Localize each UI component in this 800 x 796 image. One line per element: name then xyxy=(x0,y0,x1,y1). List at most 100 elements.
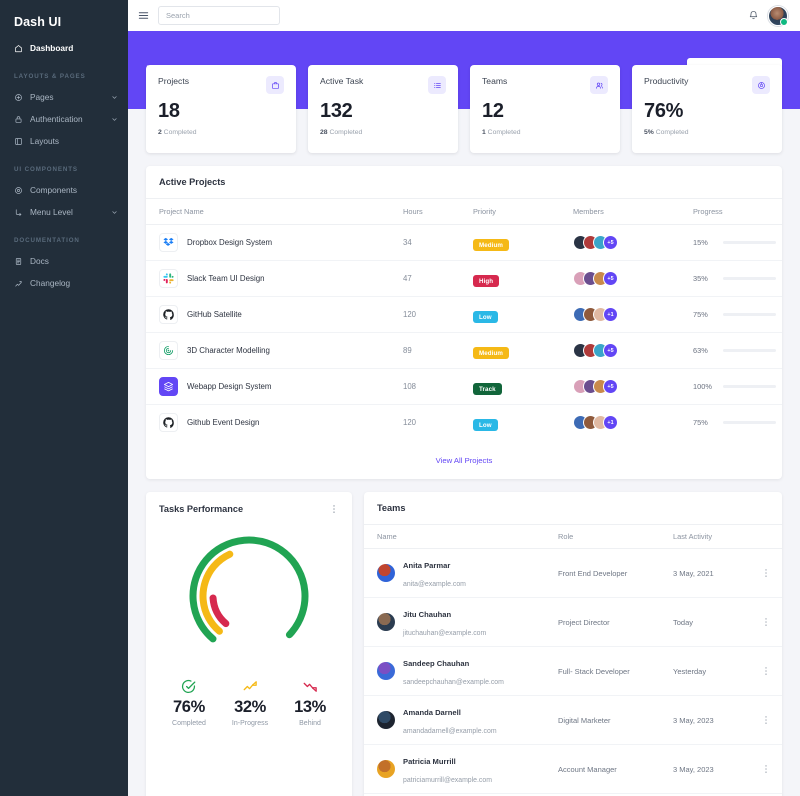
stat-value: 18 xyxy=(158,100,284,123)
table-row[interactable]: Jitu Chauhanjituchauhan@example.comProje… xyxy=(364,598,782,647)
list-icon xyxy=(428,76,446,94)
progress-label: 100% xyxy=(693,382,715,391)
performance-item-in-progress: 32%In-Progress xyxy=(232,678,268,727)
kebab-icon[interactable] xyxy=(329,504,339,514)
kebab-icon[interactable] xyxy=(761,568,771,578)
chevron-down-icon[interactable] xyxy=(111,116,118,123)
kebab-icon[interactable] xyxy=(761,617,771,627)
project-members-cell: +5 xyxy=(567,225,687,261)
table-row[interactable]: Anita Parmaranita@example.comFront End D… xyxy=(364,549,782,598)
stat-title: Projects xyxy=(158,76,189,86)
main-area: Projects Create New Project Projects182 … xyxy=(128,0,800,796)
kebab-icon[interactable] xyxy=(761,764,771,774)
active-projects-title: Active Projects xyxy=(159,177,769,187)
table-row[interactable]: Dropbox Design System34Medium+515% xyxy=(146,225,782,261)
project-progress-cell: 35% xyxy=(687,261,782,297)
table-row[interactable]: GitHub Satellite120Low+175% xyxy=(146,297,782,333)
sidebar: Dash UI DashboardLAYOUTS & PAGESPagesAut… xyxy=(0,0,128,796)
sidebar-item-label: Components xyxy=(30,185,118,195)
member-overflow-count[interactable]: +1 xyxy=(603,415,618,430)
table-row[interactable]: Webapp Design System108Track+5100% xyxy=(146,369,782,405)
project-name: Dropbox Design System xyxy=(187,238,272,247)
gauge-arc-completed xyxy=(175,522,323,670)
project-members-cell: +5 xyxy=(567,333,687,369)
table-row[interactable]: Patricia Murrillpatriciamurrill@example.… xyxy=(364,745,782,794)
project-members-cell: +1 xyxy=(567,405,687,441)
team-member-cell: Patricia Murrillpatriciamurrill@example.… xyxy=(364,745,552,794)
chevron-down-icon[interactable] xyxy=(111,94,118,101)
stat-sub-value: 5% xyxy=(644,129,654,136)
teams-header: Teams xyxy=(364,492,782,525)
performance-label: Behind xyxy=(294,720,326,727)
view-all-projects-link[interactable]: View All Projects xyxy=(436,456,493,465)
performance-item-completed: 76%Completed xyxy=(172,678,206,727)
status-badge: Medium xyxy=(473,347,509,359)
column-header: Priority xyxy=(467,199,567,225)
sidebar-item-layouts[interactable]: Layouts xyxy=(0,130,128,152)
stat-sub-label: Completed xyxy=(656,129,689,136)
project-priority-cell: Low xyxy=(467,297,567,333)
avatar xyxy=(377,564,395,582)
search-input[interactable] xyxy=(158,6,280,25)
member-overflow-count[interactable]: +5 xyxy=(603,379,618,394)
projects-table-header: Project NameHoursPriorityMembersProgress xyxy=(146,199,782,225)
team-member-email: sandeepchauhan@example.com xyxy=(403,679,504,686)
stat-sub-value: 28 xyxy=(320,129,328,136)
stat-value: 132 xyxy=(320,100,446,123)
sidebar-item-label: Changelog xyxy=(30,278,118,288)
team-member-cell: Sandeep Chauhansandeepchauhan@example.co… xyxy=(364,647,552,696)
avatar[interactable] xyxy=(768,6,788,26)
project-name: 3D Character Modelling xyxy=(187,346,270,355)
status-badge: Medium xyxy=(473,239,509,251)
column-header: Members xyxy=(567,199,687,225)
team-member-role: Project Director xyxy=(552,598,667,647)
progress-bar xyxy=(723,421,776,424)
active-projects-header: Active Projects xyxy=(146,166,782,199)
table-row[interactable]: Slack Team UI Design47High+535% xyxy=(146,261,782,297)
table-row[interactable]: Github Event Design120Low+175% xyxy=(146,405,782,441)
hamburger-icon[interactable] xyxy=(138,10,149,21)
progress-bar xyxy=(723,241,776,244)
kebab-icon[interactable] xyxy=(761,715,771,725)
project-progress-cell: 100% xyxy=(687,369,782,405)
project-hours: 120 xyxy=(397,405,467,441)
table-row[interactable]: 3D Character Modelling89Medium+563% xyxy=(146,333,782,369)
sidebar-item-changelog[interactable]: Changelog xyxy=(0,272,128,294)
kebab-icon[interactable] xyxy=(761,666,771,676)
sidebar-item-pages[interactable]: Pages xyxy=(0,86,128,108)
sidebar-item-dashboard[interactable]: Dashboard xyxy=(0,37,128,59)
gauge-icon xyxy=(752,76,770,94)
member-overflow-count[interactable]: +1 xyxy=(603,307,618,322)
multi-ring-gauge xyxy=(175,522,323,670)
app-root: Dash UI DashboardLAYOUTS & PAGESPagesAut… xyxy=(0,0,800,796)
performance-value: 32% xyxy=(232,698,268,717)
sidebar-item-authentication[interactable]: Authentication xyxy=(0,108,128,130)
sidebar-item-components[interactable]: Components xyxy=(0,179,128,201)
changelog-icon xyxy=(14,279,23,288)
active-projects-panel: Active Projects Project NameHoursPriorit… xyxy=(146,166,782,479)
sidebar-item-label: Layouts xyxy=(30,136,118,146)
project-priority-cell: Track xyxy=(467,369,567,405)
bell-icon[interactable] xyxy=(748,10,759,21)
team-member-activity: 3 May, 2021 xyxy=(667,549,755,598)
member-overflow-count[interactable]: +5 xyxy=(603,343,618,358)
table-row[interactable]: Amanda Darnellamandadarnell@example.comD… xyxy=(364,696,782,745)
briefcase-icon xyxy=(266,76,284,94)
sidebar-item-menu-level[interactable]: Menu Level xyxy=(0,201,128,223)
table-row[interactable]: Sandeep Chauhansandeepchauhan@example.co… xyxy=(364,647,782,696)
project-members-cell: +1 xyxy=(567,297,687,333)
member-overflow-count[interactable]: +5 xyxy=(603,235,618,250)
chevron-down-icon[interactable] xyxy=(111,209,118,216)
teams-table: NameRoleLast Activity Anita Parmaranita@… xyxy=(364,525,782,796)
layout-icon xyxy=(14,137,23,146)
member-overflow-count[interactable]: +5 xyxy=(603,271,618,286)
sidebar-item-docs[interactable]: Docs xyxy=(0,250,128,272)
sidebar-group-title: UI COMPONENTS xyxy=(0,166,128,173)
brand-logo[interactable]: Dash UI xyxy=(0,6,128,37)
status-badge: Low xyxy=(473,419,498,431)
column-header: Hours xyxy=(397,199,467,225)
avatar xyxy=(377,613,395,631)
stat-value: 12 xyxy=(482,100,608,123)
stat-subtext: 5% Completed xyxy=(644,129,770,136)
stat-subtext: 2 Completed xyxy=(158,129,284,136)
